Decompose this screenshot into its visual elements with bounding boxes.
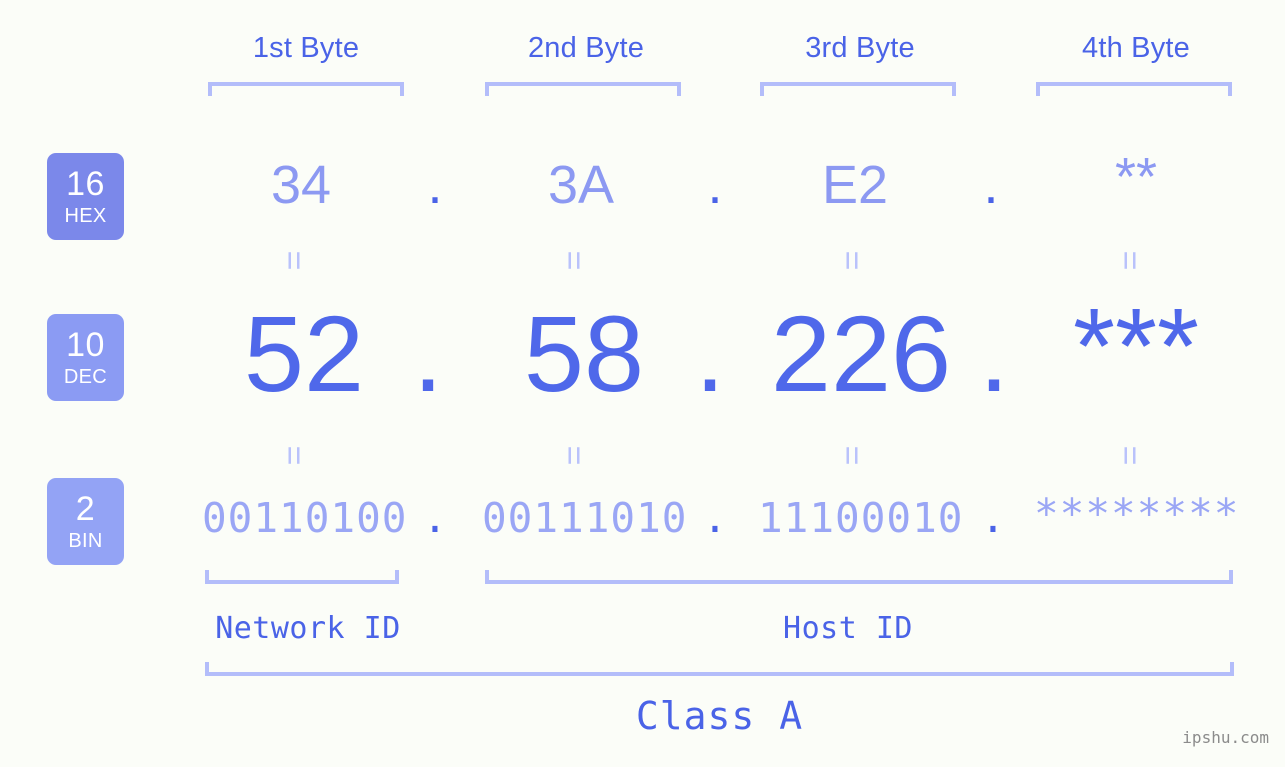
host-id-bracket [485, 570, 1233, 584]
dec-byte-4: *** [1072, 285, 1200, 406]
dec-separator-3: . [978, 293, 1009, 414]
bin-byte-4: ******** [1034, 490, 1240, 538]
hex-separator-1: . [427, 155, 443, 215]
byte-header-4: 4th Byte [1082, 32, 1190, 64]
equals-mark-hex-dec-4: = [1110, 250, 1149, 270]
bin-separator-2: . [702, 494, 728, 542]
byte-bracket-2 [485, 82, 681, 96]
hex-separator-2: . [707, 155, 723, 215]
byte-bracket-4 [1036, 82, 1232, 96]
ip-address-breakdown-diagram: 1st Byte 2nd Byte 3rd Byte 4th Byte 16 H… [0, 0, 1285, 767]
host-id-label: Host ID [783, 611, 913, 646]
dec-separator-2: . [694, 293, 725, 414]
equals-mark-hex-dec-2: = [554, 250, 593, 270]
dec-byte-2: 58 [523, 293, 645, 414]
base-badge-hex: 16 HEX [47, 153, 124, 240]
bin-byte-1: 00110100 [202, 494, 408, 542]
byte-header-2: 2nd Byte [527, 32, 645, 64]
base-badge-bin-number: 2 [75, 490, 96, 528]
bin-separator-3: . [980, 494, 1006, 542]
byte-bracket-3 [760, 82, 956, 96]
byte-header-1: 1st Byte [252, 32, 360, 64]
equals-mark-dec-bin-4: = [1110, 445, 1149, 465]
hex-byte-2: 3A [547, 155, 615, 215]
base-badge-bin-name: BIN [68, 530, 103, 552]
byte-bracket-1 [208, 82, 404, 96]
dec-byte-1: 52 [243, 293, 365, 414]
bin-byte-2: 00111010 [482, 494, 688, 542]
equals-mark-hex-dec-3: = [832, 250, 871, 270]
hex-separator-3: . [983, 155, 999, 215]
hex-byte-1: 34 [270, 155, 332, 215]
bin-byte-3: 11100010 [758, 494, 964, 542]
bin-separator-1: . [422, 494, 448, 542]
equals-mark-hex-dec-1: = [274, 250, 313, 270]
hex-byte-3: E2 [821, 155, 889, 215]
base-badge-hex-number: 16 [66, 165, 105, 203]
byte-header-3: 3rd Byte [805, 32, 915, 64]
network-id-bracket [205, 570, 399, 584]
dec-separator-1: . [412, 293, 443, 414]
equals-mark-dec-bin-1: = [274, 445, 313, 465]
dec-byte-3: 226 [770, 293, 952, 414]
base-badge-dec-number: 10 [66, 326, 105, 364]
base-badge-bin: 2 BIN [47, 478, 124, 565]
equals-mark-dec-bin-2: = [554, 445, 593, 465]
base-badge-dec-name: DEC [63, 366, 108, 388]
network-id-label: Network ID [215, 611, 401, 646]
hex-byte-4: ** [1114, 147, 1158, 207]
equals-mark-dec-bin-3: = [832, 445, 871, 465]
base-badge-dec: 10 DEC [47, 314, 124, 401]
class-bracket [205, 662, 1234, 676]
base-badge-hex-name: HEX [64, 205, 107, 227]
class-label: Class A [635, 694, 804, 738]
site-watermark: ipshu.com [1182, 728, 1269, 747]
